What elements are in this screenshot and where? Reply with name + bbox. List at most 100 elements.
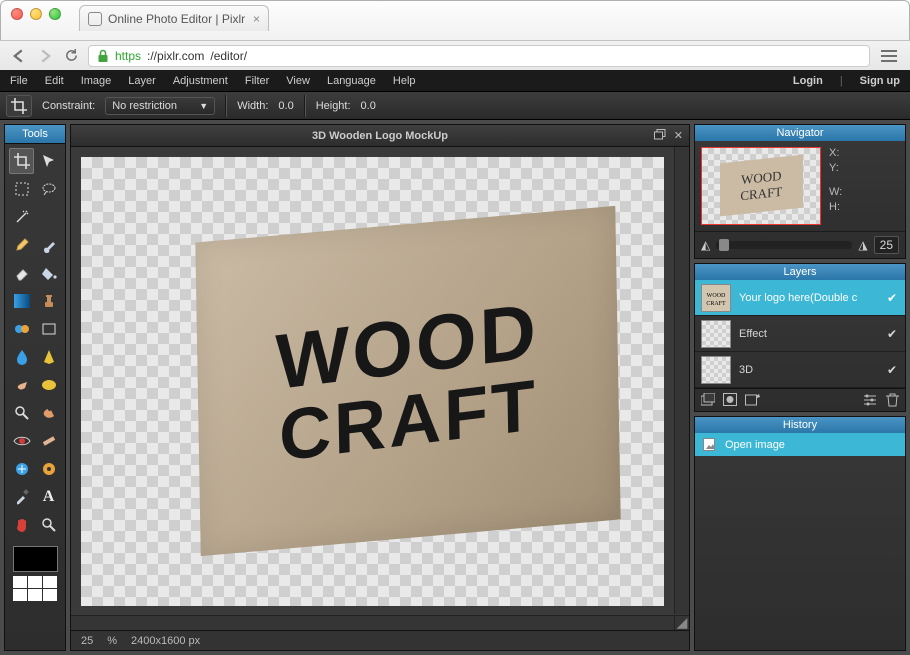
address-bar[interactable]: https://pixlr.com/editor/ <box>88 45 870 67</box>
bloat-tool-icon[interactable] <box>9 456 34 482</box>
window-restore-icon[interactable] <box>654 129 666 142</box>
burn-tool-icon[interactable] <box>36 400 61 426</box>
menu-help[interactable]: Help <box>393 75 416 87</box>
draw-tool-icon[interactable] <box>36 316 61 342</box>
zoom-out-icon[interactable]: ◭ <box>701 238 710 252</box>
zoom-value[interactable]: 25 <box>874 236 899 254</box>
document-title: 3D Wooden Logo MockUp <box>312 130 448 142</box>
window-close-icon[interactable]: ✕ <box>674 129 683 142</box>
lasso-tool-icon[interactable] <box>36 176 61 202</box>
navigator-zoom: ◭ ◮ 25 <box>695 231 905 258</box>
pinch-tool-icon[interactable] <box>36 456 61 482</box>
tab-favicon-icon <box>88 12 102 26</box>
dodge-tool-icon[interactable] <box>9 400 34 426</box>
marquee-tool-icon[interactable] <box>9 176 34 202</box>
layer-row[interactable]: 3D ✔ <box>695 352 905 388</box>
open-image-icon <box>703 438 717 451</box>
layer-name: 3D <box>739 364 877 376</box>
back-button[interactable] <box>10 47 28 65</box>
eraser-tool-icon[interactable] <box>9 260 34 286</box>
width-value[interactable]: 0.0 <box>278 100 293 112</box>
bucket-tool-icon[interactable] <box>36 260 61 286</box>
layers-panel: Layers WOODCRAFT Your logo here(Double c… <box>694 263 906 412</box>
brush-tool-icon[interactable] <box>36 232 61 258</box>
type-tool-icon[interactable]: A <box>36 484 61 510</box>
clone-tool-icon[interactable] <box>36 288 61 314</box>
canvas-checker: WOOD CRAFT <box>81 157 664 606</box>
pencil-tool-icon[interactable] <box>9 232 34 258</box>
signup-link[interactable]: Sign up <box>860 75 900 87</box>
navigator-panel: Navigator WOODCRAFT X: Y: W: H: ◭ <box>694 124 906 259</box>
crop-indicator-icon <box>6 95 32 117</box>
layer-row[interactable]: WOODCRAFT Your logo here(Double c ✔ <box>695 280 905 316</box>
crop-tool-icon[interactable] <box>9 148 34 174</box>
eyedropper-tool-icon[interactable] <box>9 484 34 510</box>
resize-grip-icon[interactable]: ◢ <box>674 615 689 630</box>
window-close-icon[interactable] <box>11 8 23 20</box>
layer-mask-icon[interactable] <box>723 393 737 407</box>
menu-view[interactable]: View <box>286 75 310 87</box>
layer-thumb-icon <box>701 320 731 348</box>
scrollbar-vertical[interactable] <box>674 147 689 614</box>
zoom-percent[interactable]: 25 <box>81 635 93 647</box>
navigator-info: X: Y: W: H: <box>829 147 842 225</box>
menu-edit[interactable]: Edit <box>45 75 64 87</box>
palette-swatches[interactable] <box>13 576 57 601</box>
tools-grid: A <box>5 144 65 542</box>
wand-tool-icon[interactable] <box>9 204 34 230</box>
color-replace-tool-icon[interactable] <box>9 316 34 342</box>
menu-filter[interactable]: Filter <box>245 75 269 87</box>
forward-button[interactable] <box>36 47 54 65</box>
layer-visible-checkbox[interactable]: ✔ <box>885 327 899 341</box>
menu-layer[interactable]: Layer <box>128 75 156 87</box>
login-link[interactable]: Login <box>793 75 823 87</box>
navigator-thumbnail[interactable]: WOODCRAFT <box>701 147 821 225</box>
sponge-tool-icon[interactable] <box>36 372 61 398</box>
delete-layer-icon[interactable] <box>886 393 899 407</box>
url-path: /editor/ <box>210 49 247 63</box>
history-item-label: Open image <box>725 439 785 451</box>
zoom-in-icon[interactable]: ◮ <box>858 238 867 252</box>
thumb-l2: CRAFT <box>740 184 782 204</box>
layer-visible-checkbox[interactable]: ✔ <box>885 363 899 377</box>
move-tool-icon[interactable] <box>36 148 61 174</box>
menu-adjustment[interactable]: Adjustment <box>173 75 228 87</box>
constraint-dropdown[interactable]: No restriction ▼ <box>105 97 215 115</box>
history-item[interactable]: Open image <box>695 433 905 456</box>
menu-language[interactable]: Language <box>327 75 376 87</box>
url-host: ://pixlr.com <box>147 49 204 63</box>
document-titlebar[interactable]: 3D Wooden Logo MockUp ✕ <box>71 125 689 147</box>
spacer <box>36 204 61 230</box>
menu-file[interactable]: File <box>10 75 28 87</box>
layer-row[interactable]: Effect ✔ <box>695 316 905 352</box>
gradient-tool-icon[interactable] <box>9 288 34 314</box>
layer-name: Effect <box>739 328 877 340</box>
browser-tab[interactable]: Online Photo Editor | Pixlr × <box>79 5 269 31</box>
height-label: Height: <box>316 100 351 112</box>
height-value[interactable]: 0.0 <box>361 100 376 112</box>
window-zoom-icon[interactable] <box>49 8 61 20</box>
layer-styles-icon[interactable] <box>745 393 761 407</box>
blur-tool-icon[interactable] <box>9 344 34 370</box>
zoom-tool-icon[interactable] <box>36 512 61 538</box>
scrollbar-horizontal[interactable] <box>71 615 674 630</box>
layer-settings-icon[interactable] <box>862 393 878 407</box>
sharpen-tool-icon[interactable] <box>36 344 61 370</box>
svg-text:WOOD: WOOD <box>707 293 726 299</box>
redeye-tool-icon[interactable] <box>9 428 34 454</box>
menu-image[interactable]: Image <box>81 75 112 87</box>
hand-tool-icon[interactable] <box>9 512 34 538</box>
window-minimize-icon[interactable] <box>30 8 42 20</box>
smudge-tool-icon[interactable] <box>9 372 34 398</box>
canvas-viewport[interactable]: WOOD CRAFT ◢ <box>71 147 689 630</box>
foreground-swatch[interactable] <box>13 546 58 572</box>
reload-button[interactable] <box>62 47 80 65</box>
new-layer-icon[interactable] <box>701 393 715 407</box>
tab-close-icon[interactable]: × <box>253 12 260 26</box>
layer-thumb-icon: WOODCRAFT <box>701 284 731 312</box>
chrome-menu-button[interactable] <box>878 47 900 65</box>
layer-visible-checkbox[interactable]: ✔ <box>885 291 899 305</box>
chevron-down-icon: ▼ <box>199 101 208 111</box>
spot-heal-tool-icon[interactable] <box>36 428 61 454</box>
zoom-slider[interactable] <box>716 241 852 249</box>
